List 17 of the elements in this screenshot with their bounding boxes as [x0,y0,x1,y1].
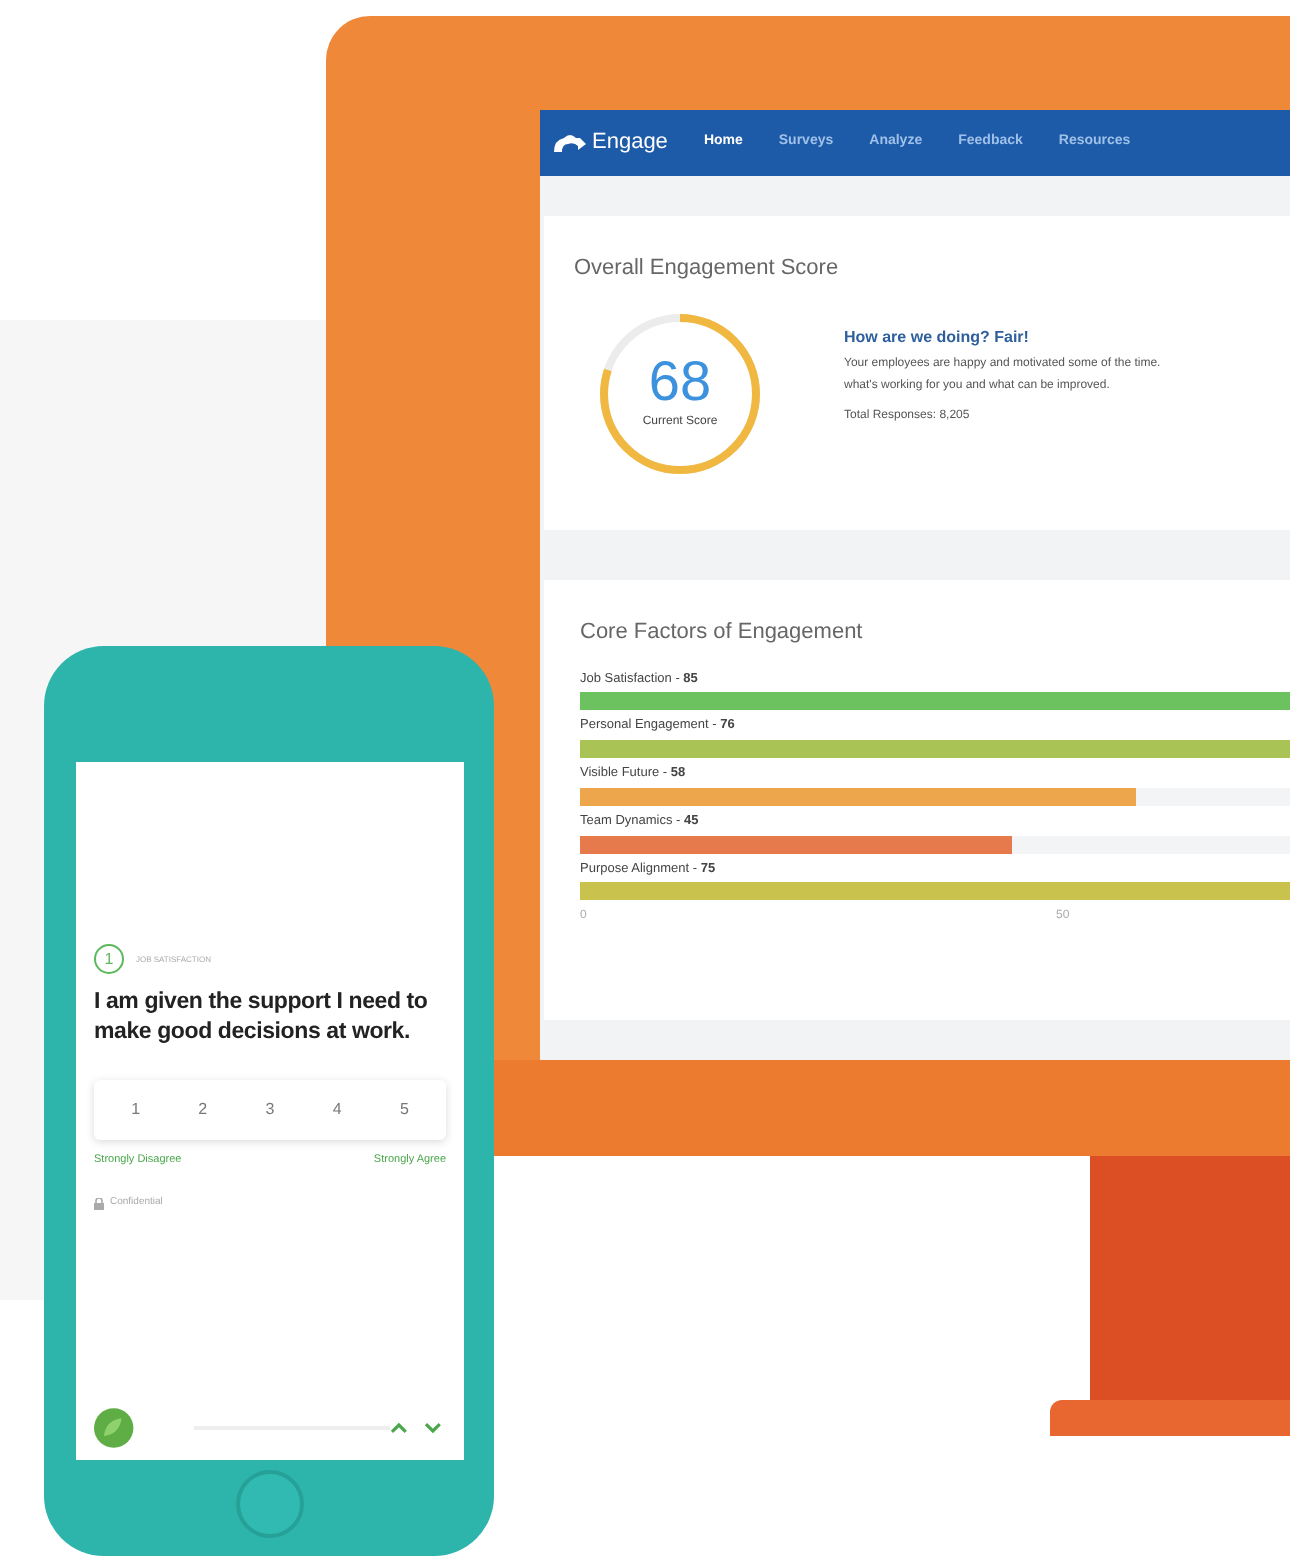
rating-option[interactable]: 4 [326,1098,348,1122]
status-headline: How are we doing? Fair! [844,325,1031,349]
brand-name: Engage [592,128,668,159]
rating-option[interactable]: 3 [259,1098,281,1122]
score-value: 68 [648,354,712,410]
rating-option[interactable]: 1 [125,1098,147,1122]
leaf-logo-icon [94,1408,134,1448]
question-text: I am given the support I need to make good decisions at work. [94,988,430,1048]
chevron-down-icon[interactable] [424,1422,442,1434]
chevron-up-icon[interactable] [390,1422,409,1434]
rating-option[interactable]: 5 [393,1098,415,1122]
lock-icon [94,1198,104,1210]
cloud-arrow-logo-icon [552,132,588,154]
question-number: 1 [94,944,124,974]
card-title: Core Factors of Engagement [580,618,865,648]
rating-option[interactable]: 2 [192,1098,214,1122]
card-title: Overall Engagement Score [574,254,841,284]
